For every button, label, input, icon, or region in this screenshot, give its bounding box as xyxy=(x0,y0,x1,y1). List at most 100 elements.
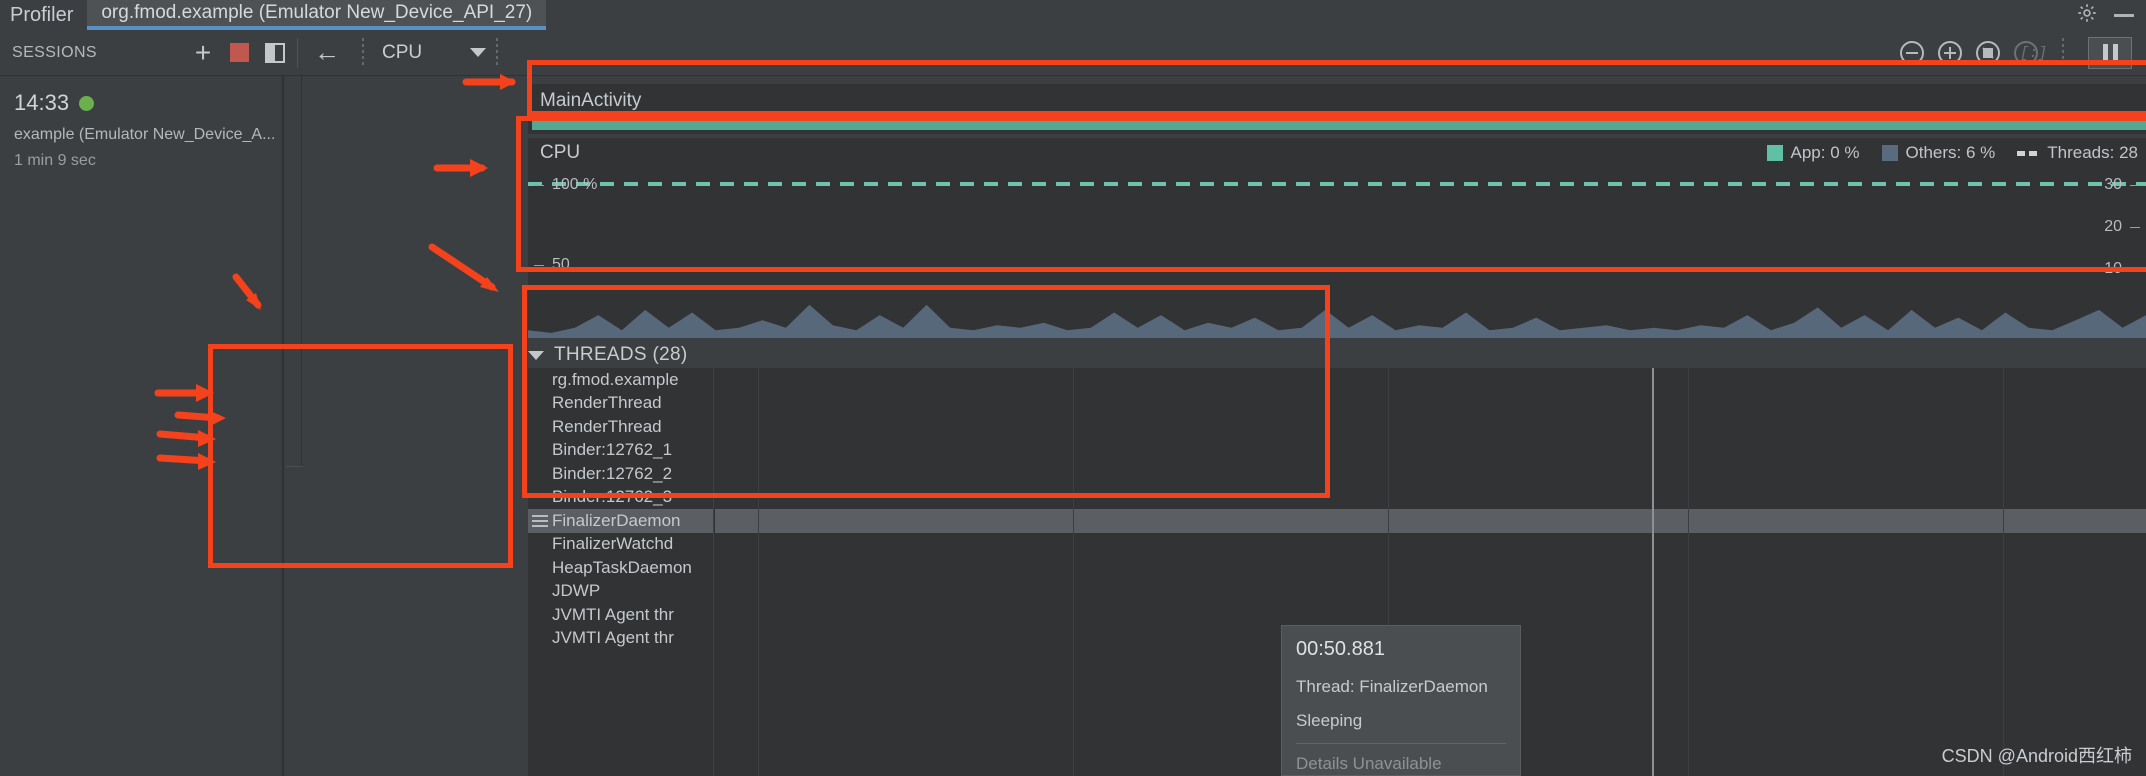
thread-timeline-row[interactable] xyxy=(715,462,2146,486)
toolbar-divider xyxy=(297,37,298,68)
chevron-down-icon xyxy=(470,48,487,57)
split-panel-icon xyxy=(265,42,285,63)
session-list-item[interactable]: 14:33 example (Emulator New_Device_A... … xyxy=(0,76,301,180)
thread-name-label: FinalizerDaemon xyxy=(552,510,681,530)
gear-icon[interactable] xyxy=(2076,2,2098,29)
thread-row[interactable]: JDWP xyxy=(528,580,713,604)
activity-lifecycle-bar xyxy=(532,120,2146,130)
session-time-row: 14:33 xyxy=(14,90,287,116)
profiler-label: Profiler xyxy=(10,4,74,26)
session-time: 14:33 xyxy=(14,90,70,115)
thread-timeline-row[interactable] xyxy=(715,580,2146,604)
thread-timeline-row[interactable] xyxy=(715,556,2146,580)
tooltip-thread-state: Sleeping xyxy=(1296,711,1363,730)
thread-name-label: RenderThread xyxy=(552,416,662,436)
thread-timeline-row[interactable] xyxy=(715,533,2146,557)
zoom-out-icon[interactable] xyxy=(1900,40,1924,65)
add-session-button[interactable]: + xyxy=(185,35,221,71)
thread-timeline-row[interactable] xyxy=(715,392,2146,416)
thread-row[interactable]: RenderThread xyxy=(528,392,713,416)
thread-row[interactable]: Binder:12762_2 xyxy=(528,462,713,486)
reset-zoom-icon[interactable] xyxy=(1976,40,2000,65)
session-duration: 1 min 9 sec xyxy=(14,152,96,169)
thread-name-label: Binder:12762_2 xyxy=(552,463,673,483)
timeline-gridline xyxy=(1688,368,1690,776)
thread-row[interactable]: JVMTI Agent thr xyxy=(528,627,713,651)
timeline-cursor xyxy=(1652,368,1655,776)
timeline-gridline xyxy=(2002,368,2004,776)
thread-timeline-row[interactable] xyxy=(715,509,2146,533)
tooltip-timestamp: 00:50.881 xyxy=(1296,638,1385,660)
profiler-main: MainActivity CPU App: 0 % Others: 6 % Th… xyxy=(303,76,2146,776)
thread-timeline-row[interactable] xyxy=(715,439,2146,463)
minimize-icon[interactable] xyxy=(2114,13,2134,17)
session-name: example (Emulator New_Device_A... xyxy=(14,126,276,143)
collapse-sessions-button[interactable] xyxy=(257,35,293,71)
cpu-panel-header: CPU App: 0 % Others: 6 % Threads: 28 xyxy=(528,138,2146,168)
sessions-sidebar: 14:33 example (Emulator New_Device_A... … xyxy=(0,76,302,776)
thread-tooltip: 00:50.881 Thread: FinalizerDaemon Sleepi… xyxy=(1281,625,1521,776)
cpu-chart[interactable]: 100 % 50 30 20 10 xyxy=(528,168,2146,338)
session-tab[interactable]: org.fmod.example (Emulator New_Device_AP… xyxy=(87,0,547,30)
legend-item-app: App: 0 % xyxy=(1766,143,1860,163)
toolbar-dotted-divider-2 xyxy=(496,37,499,68)
stage-selector[interactable]: CPU xyxy=(374,41,487,64)
thread-row[interactable]: Binder:12762_1 xyxy=(528,439,713,463)
activity-track[interactable]: MainActivity xyxy=(528,84,2146,134)
attach-to-live-icon[interactable]: [:] xyxy=(2014,40,2047,65)
thread-timeline-row[interactable] xyxy=(715,415,2146,439)
thread-name-label: Binder:12762_1 xyxy=(552,440,673,460)
cpu-area-series xyxy=(528,304,2146,338)
thread-row[interactable]: JVMTI Agent thr xyxy=(528,603,713,627)
thread-name-label: rg.fmod.example xyxy=(552,369,679,389)
thread-row[interactable]: rg.fmod.example xyxy=(528,368,713,392)
thread-row[interactable]: HeapTaskDaemon xyxy=(528,556,713,580)
back-arrow-icon[interactable]: ← xyxy=(302,37,352,68)
thread-timeline-row[interactable] xyxy=(715,603,2146,627)
profiler-toolbar: SESSIONS + ← CPU [:] xyxy=(0,30,2146,76)
title-bar: Profiler org.fmod.example (Emulator New_… xyxy=(0,0,2146,30)
stage-selector-label: CPU xyxy=(382,41,423,63)
zoom-in-icon[interactable] xyxy=(1938,40,1962,65)
tooltip-thread-name: Thread: FinalizerDaemon xyxy=(1296,677,1488,696)
thread-timeline-row[interactable] xyxy=(715,368,2146,392)
activity-label: MainActivity xyxy=(540,90,642,111)
tooltip-divider xyxy=(1296,743,1506,744)
tooltip-details: Details Unavailable xyxy=(1296,754,1442,773)
thread-row[interactable]: RenderThread xyxy=(528,415,713,439)
sidebar-splitter[interactable] xyxy=(282,76,284,776)
legend-swatch-app xyxy=(1766,145,1783,161)
pause-icon[interactable] xyxy=(2088,36,2132,69)
thread-timeline-row[interactable] xyxy=(715,486,2146,510)
legend-label-others: Others: 6 % xyxy=(1905,143,1996,162)
toolbar-dotted-divider xyxy=(362,37,364,68)
thread-name-label: JDWP xyxy=(552,581,601,601)
thread-name-label: JVMTI Agent thr xyxy=(552,604,674,624)
chevron-down-icon[interactable] xyxy=(528,350,544,360)
thread-row[interactable]: Binder:12762_3 xyxy=(528,486,713,510)
threads-section-header[interactable]: THREADS (28) xyxy=(528,342,2146,368)
profiler-window: Profiler org.fmod.example (Emulator New_… xyxy=(0,0,2146,776)
thread-name-label: HeapTaskDaemon xyxy=(552,557,692,577)
threads-header-label: THREADS (28) xyxy=(554,344,688,365)
stop-square-icon xyxy=(229,43,249,62)
thread-row[interactable]: FinalizerDaemon xyxy=(528,509,713,533)
thread-name-list[interactable]: rg.fmod.example RenderThread RenderThread B… xyxy=(528,368,714,776)
thread-name-label: JVMTI Agent thr xyxy=(552,628,674,648)
thread-name-label: Binder:12762_3 xyxy=(552,487,673,507)
sessions-header-label: SESSIONS xyxy=(12,43,98,61)
legend-swatch-threads xyxy=(2017,150,2040,156)
plus-icon: + xyxy=(194,36,212,68)
drag-handle-icon[interactable] xyxy=(532,515,548,527)
thread-name-label: RenderThread xyxy=(552,393,662,413)
cpu-panel-title: CPU xyxy=(540,142,581,163)
thread-row[interactable]: FinalizerWatchd xyxy=(528,533,713,557)
legend-item-others: Others: 6 % xyxy=(1881,143,1996,163)
stop-session-button[interactable] xyxy=(221,35,257,71)
legend-label-app: App: 0 % xyxy=(1790,143,1860,162)
legend-item-threads: Threads: 28 xyxy=(2017,143,2138,163)
cpu-usage-panel[interactable]: CPU App: 0 % Others: 6 % Threads: 28 100… xyxy=(528,138,2146,338)
title-bar-actions xyxy=(2076,2,2146,29)
legend-swatch-others xyxy=(1881,145,1898,161)
cpu-legend: App: 0 % Others: 6 % Threads: 28 xyxy=(1766,143,2138,163)
